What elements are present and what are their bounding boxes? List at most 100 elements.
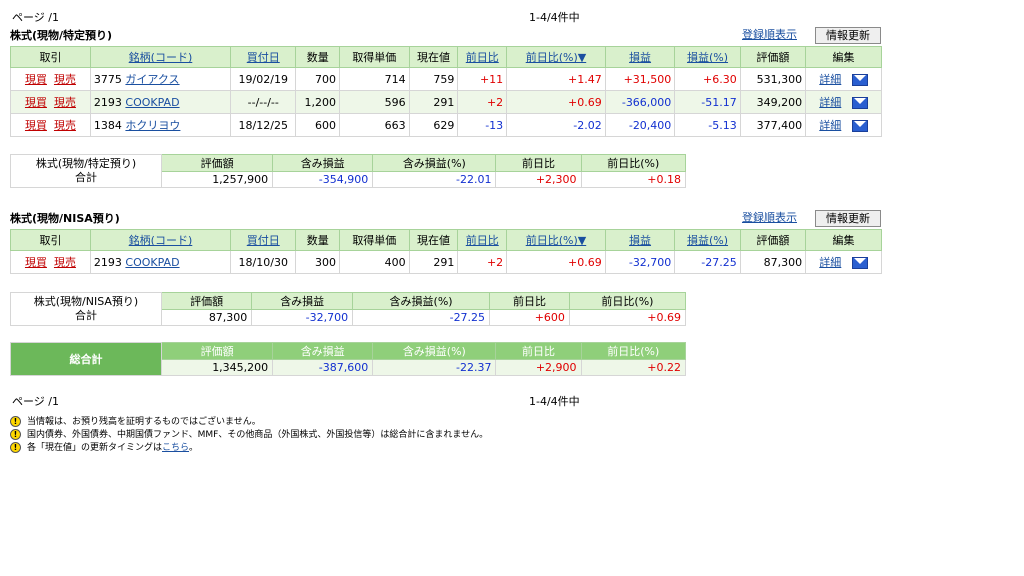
summary-header-value: 評価額 [160, 154, 274, 172]
buy-link[interactable]: 現買 [25, 96, 47, 109]
col-header-change-pct[interactable]: 前日比(%)▼ [506, 229, 606, 251]
col-header-change[interactable]: 前日比 [457, 46, 508, 68]
summary-header-unrealized: 含み損益 [272, 154, 374, 172]
stock-name-link[interactable]: ガイアクス [125, 73, 179, 86]
note-item: ! 当情報は、お預り残高を証明するものではございません。 [10, 416, 710, 429]
detail-link[interactable]: 詳細 [819, 256, 841, 269]
cost-price: 714 [339, 67, 410, 91]
col-header-stock[interactable]: 銘柄(コード) [89, 229, 232, 251]
profit-loss-pct: +6.30 [674, 67, 741, 91]
buy-link[interactable]: 現買 [25, 73, 47, 86]
sell-link[interactable]: 現売 [54, 256, 76, 269]
sort-order-link[interactable]: 登録順表示 [742, 26, 797, 42]
pager-page: ページ /1 [12, 11, 59, 24]
warning-icon: ! [10, 442, 21, 453]
detail-link[interactable]: 詳細 [819, 73, 841, 86]
total-header-unrealized: 含み損益 [272, 342, 374, 360]
section-title-tokutei: 株式(現物/特定預り) [10, 29, 113, 42]
summary-table-nisa: 株式(現物/NISA預り) 合計 評価額 含み損益 含み損益(%) 前日比 前日… [10, 292, 687, 326]
col-header-value: 評価額 [739, 46, 807, 68]
warning-icon: ! [10, 429, 21, 440]
sell-link[interactable]: 現売 [54, 73, 76, 86]
summary-unrealized: -32,700 [251, 309, 354, 326]
quantity: 600 [295, 113, 341, 137]
total-change: +2,900 [495, 359, 582, 376]
note-text: 当情報は、お預り残高を証明するものではございません。 [27, 417, 261, 427]
stock-name-link[interactable]: COOKPAD [125, 256, 179, 269]
update-timing-link[interactable]: こちら [162, 443, 189, 453]
buy-date: 18/10/30 [230, 250, 297, 274]
mail-icon[interactable] [851, 257, 868, 269]
buy-date: --/--/-- [230, 90, 297, 114]
change: -13 [457, 113, 508, 137]
section-title-nisa: 株式(現物/NISA預り) [10, 212, 120, 225]
current-price: 759 [408, 67, 459, 91]
buy-date: 19/02/19 [230, 67, 297, 91]
summary-header-change: 前日比 [489, 292, 570, 310]
grand-total-table: 総合計 評価額 含み損益 含み損益(%) 前日比 前日比(%) 1,345,20… [10, 342, 687, 376]
table-row: 現買 現売 2193 COOKPAD --/--/-- 1,200 596 29… [10, 90, 882, 114]
col-header-value: 評価額 [739, 229, 807, 251]
table-row: 現買 現売 2193 COOKPAD 18/10/30 300 400 291 … [10, 250, 882, 274]
col-header-stock[interactable]: 銘柄(コード) [89, 46, 232, 68]
detail-link[interactable]: 詳細 [819, 119, 841, 132]
buy-link[interactable]: 現買 [25, 119, 47, 132]
buy-link[interactable]: 現買 [25, 256, 47, 269]
detail-link[interactable]: 詳細 [819, 96, 841, 109]
sort-order-link[interactable]: 登録順表示 [742, 209, 797, 225]
total-change-pct: +0.22 [580, 359, 687, 376]
profit-loss: -32,700 [604, 250, 676, 274]
change-pct: +1.47 [506, 67, 606, 91]
col-header-pl-pct[interactable]: 損益(%) [674, 229, 741, 251]
current-price: 291 [408, 90, 459, 114]
mail-icon[interactable] [851, 120, 868, 132]
current-price: 291 [408, 250, 459, 274]
change: +11 [457, 67, 508, 91]
sell-link[interactable]: 現売 [54, 119, 76, 132]
stock-code: 2193 [93, 95, 122, 109]
stock-name-link[interactable]: COOKPAD [125, 96, 179, 109]
col-header-price: 現在値 [408, 46, 459, 68]
grand-total-label: 総合計 [10, 342, 162, 376]
refresh-button[interactable]: 情報更新 [815, 210, 881, 227]
refresh-button[interactable]: 情報更新 [815, 27, 881, 44]
change-pct: +0.69 [506, 90, 606, 114]
buy-date: 18/12/25 [230, 113, 297, 137]
valuation: 377,400 [739, 113, 807, 137]
valuation: 87,300 [739, 250, 807, 274]
table-row: 現買 現売 3775 ガイアクス 19/02/19 700 714 759 +1… [10, 67, 882, 91]
summary-label: 株式(現物/特定預り) [35, 157, 137, 170]
pager-page-bottom: ページ /1 [12, 395, 59, 408]
current-price: 629 [408, 113, 459, 137]
col-header-cost: 取得単価 [339, 46, 410, 68]
total-header-change: 前日比 [495, 342, 582, 360]
col-header-pl-pct[interactable]: 損益(%) [674, 46, 741, 68]
stock-name-link[interactable]: ホクリヨウ [125, 119, 180, 132]
total-header-value: 評価額 [160, 342, 274, 360]
col-header-buy-date[interactable]: 買付日 [230, 229, 297, 251]
summary-unrealized: -354,900 [272, 171, 374, 188]
total-value: 1,345,200 [160, 359, 274, 376]
note-text-end: 。 [189, 443, 199, 453]
mail-icon[interactable] [851, 97, 868, 109]
col-header-qty: 数量 [295, 229, 341, 251]
summary-label: 株式(現物/NISA預り) [33, 295, 139, 308]
col-header-pl[interactable]: 損益 [604, 229, 676, 251]
col-header-trade: 取引 [10, 229, 91, 251]
profit-loss-pct: -51.17 [674, 90, 741, 114]
quantity: 300 [295, 250, 341, 274]
summary-sublabel: 合計 [75, 171, 97, 184]
col-header-pl[interactable]: 損益 [604, 46, 676, 68]
summary-header-unrealized-pct: 含み損益(%) [372, 154, 497, 172]
summary-unrealized-pct: -22.01 [372, 171, 497, 188]
mail-icon[interactable] [851, 74, 868, 86]
summary-change-pct: +0.69 [568, 309, 687, 326]
col-header-buy-date[interactable]: 買付日 [230, 46, 297, 68]
profit-loss: +31,500 [604, 67, 676, 91]
col-header-change[interactable]: 前日比 [457, 229, 508, 251]
col-header-change-pct[interactable]: 前日比(%)▼ [506, 46, 606, 68]
warning-icon: ! [10, 416, 21, 427]
sell-link[interactable]: 現売 [54, 96, 76, 109]
summary-header-change: 前日比 [495, 154, 582, 172]
pager-range: 1-4/4件中 [529, 11, 580, 24]
